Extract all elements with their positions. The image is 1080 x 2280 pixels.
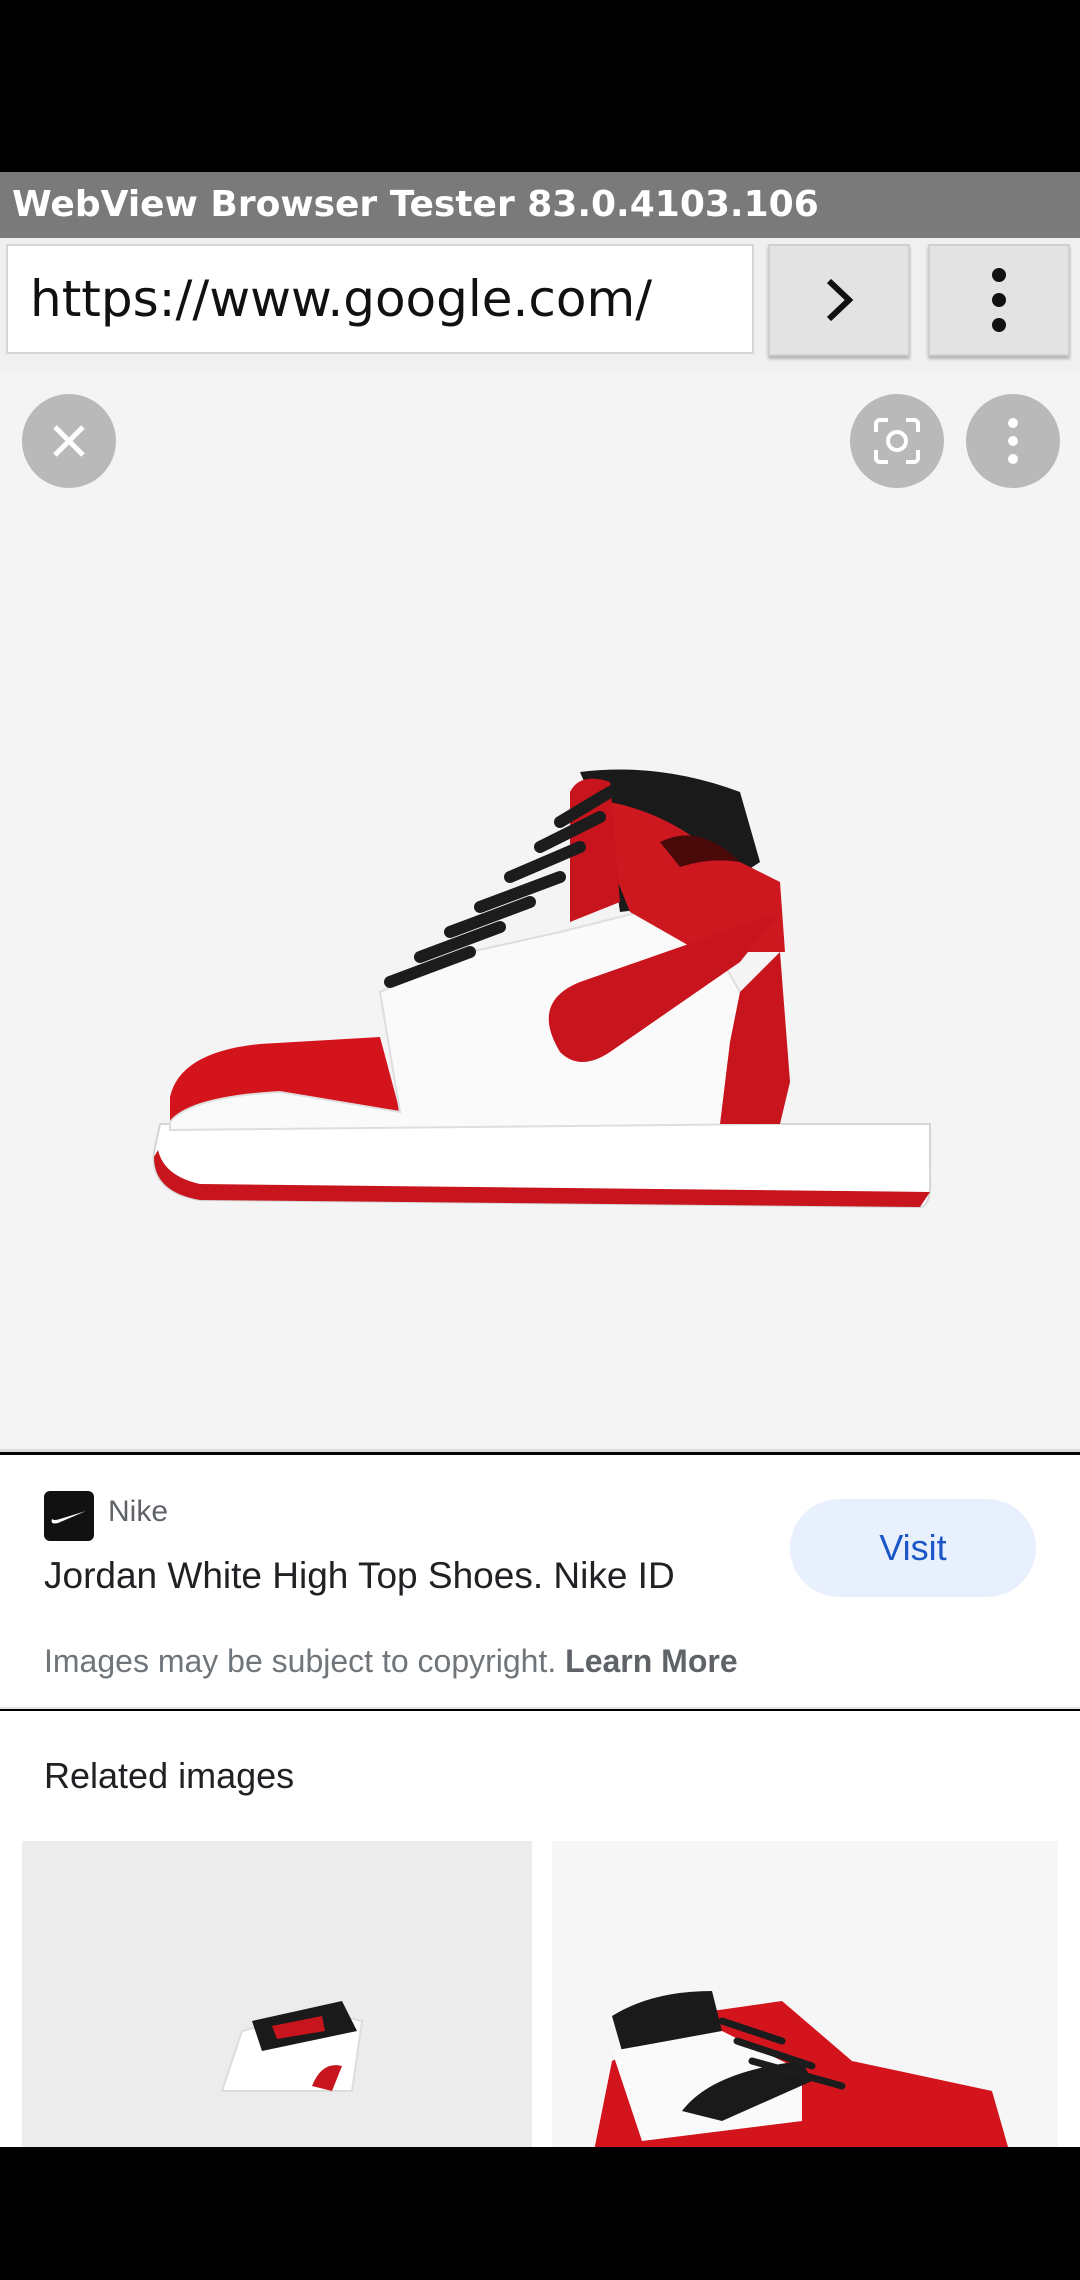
navigation-bar (0, 2147, 1080, 2280)
more-vert-icon (992, 268, 1006, 332)
result-title[interactable]: Jordan White High Top Shoes. Nike ID (44, 1555, 675, 1597)
go-button[interactable] (768, 244, 910, 356)
learn-more-link[interactable]: Learn More (565, 1643, 737, 1679)
sneaker-thumbnail (220, 2001, 364, 2092)
url-row: https://www.google.com/ (0, 238, 1080, 372)
source-name[interactable]: Nike (108, 1495, 168, 1529)
copyright-text: Images may be subject to copyright. (44, 1643, 566, 1679)
related-image-thumbnail[interactable] (22, 1841, 532, 2147)
status-bar (0, 0, 1080, 172)
more-options-button[interactable] (966, 394, 1060, 488)
sneaker-illustration (152, 769, 932, 1209)
lens-button[interactable] (850, 394, 944, 488)
copyright-notice: Images may be subject to copyright. Lear… (44, 1643, 738, 1680)
close-icon (53, 425, 85, 457)
overflow-menu-button[interactable] (928, 244, 1070, 356)
close-button[interactable] (22, 394, 116, 488)
app-title: WebView Browser Tester 83.0.4103.106 (0, 172, 1080, 238)
visit-button[interactable]: Visit (790, 1499, 1036, 1597)
related-image-thumbnail[interactable] (552, 1841, 1058, 2147)
image-info-panel: Nike Jordan White High Top Shoes. Nike I… (0, 1455, 1080, 1709)
sneaker-thumbnail (594, 1991, 1008, 2147)
related-images-section: Related images (0, 1711, 1080, 2147)
nike-logo-icon (44, 1491, 94, 1541)
lens-icon (874, 418, 920, 464)
url-input[interactable]: https://www.google.com/ (6, 244, 754, 354)
more-vert-icon (1008, 418, 1018, 464)
related-images-heading: Related images (44, 1755, 295, 1796)
shoe-image[interactable] (140, 752, 940, 1232)
image-viewer (0, 372, 1080, 1452)
chevron-right-icon (826, 278, 854, 322)
